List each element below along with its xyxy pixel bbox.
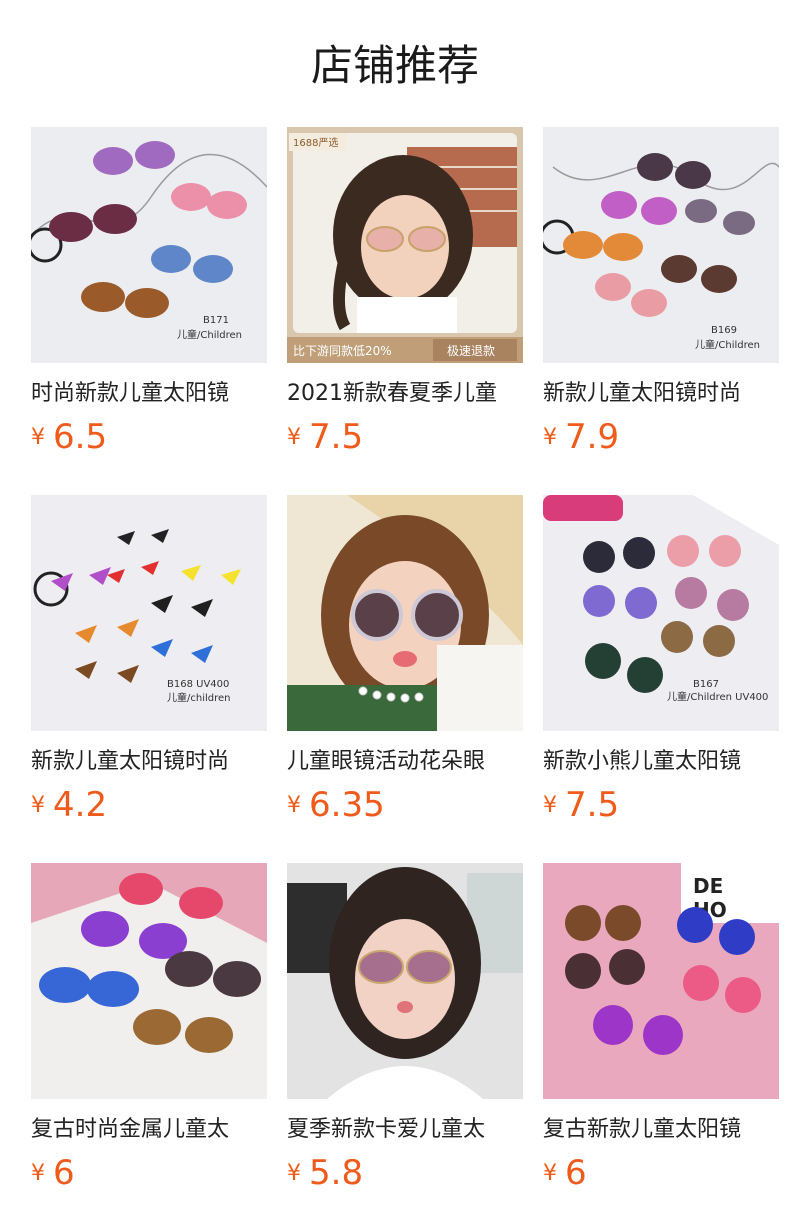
product-price: ¥6.35 [287,785,385,825]
svg-text:DE: DE [693,874,723,898]
product-name[interactable]: 新款儿童太阳镜时尚 [543,379,779,411]
product-image[interactable] [287,863,523,1099]
product-image[interactable]: DE HO [543,863,779,1099]
image-sublabel: 儿童/Children UV400 [667,690,768,703]
product-image[interactable]: B167 儿童/Children UV400 [543,495,779,731]
product-price: ¥7.5 [543,785,620,825]
product-name[interactable]: 复古新款儿童太阳镜 [543,1115,779,1147]
image-sublabel: 儿童/Children [177,328,242,341]
product-name[interactable]: 时尚新款儿童太阳镜 [31,379,267,411]
product-name[interactable]: 儿童眼镜活动花朵眼 [287,747,523,779]
product-price: ¥6 [543,1153,587,1193]
product-price: ¥7.5 [287,417,364,457]
product-name[interactable]: 新款儿童太阳镜时尚 [31,747,267,779]
badge-top: 1688严选 [293,136,338,149]
image-label: B169 [711,325,737,336]
product-image[interactable]: 1688严选 比下游同款低20% 极速退款 [287,127,523,363]
image-label: B167 [693,679,719,690]
product-name[interactable]: 复古时尚金属儿童太 [31,1115,267,1147]
product-image[interactable]: B171 儿童/Children [31,127,267,363]
product-price: ¥6.5 [31,417,108,457]
product-image[interactable]: B169 儿童/Children [543,127,779,363]
product-image[interactable]: B168 UV400 儿童/children [31,495,267,731]
product-name[interactable]: 新款小熊儿童太阳镜 [543,747,779,779]
image-label: B171 [203,315,229,326]
product-price: ¥5.8 [287,1153,364,1193]
image-label: B168 UV400 [167,679,229,690]
banner-right: 极速退款 [447,344,495,358]
product-price: ¥6 [31,1153,75,1193]
product-price: ¥7.9 [543,417,620,457]
section-title: 店铺推荐 [310,41,479,90]
image-sublabel: 儿童/Children [695,338,760,351]
product-name[interactable]: 夏季新款卡爱儿童太 [287,1115,523,1147]
product-price: ¥4.2 [31,785,108,825]
banner-left: 比下游同款低20% [293,344,392,358]
product-name[interactable]: 2021新款春夏季儿童 [287,379,523,411]
image-sublabel: 儿童/children [167,691,231,704]
product-image[interactable] [287,495,523,731]
product-image[interactable] [31,863,267,1099]
